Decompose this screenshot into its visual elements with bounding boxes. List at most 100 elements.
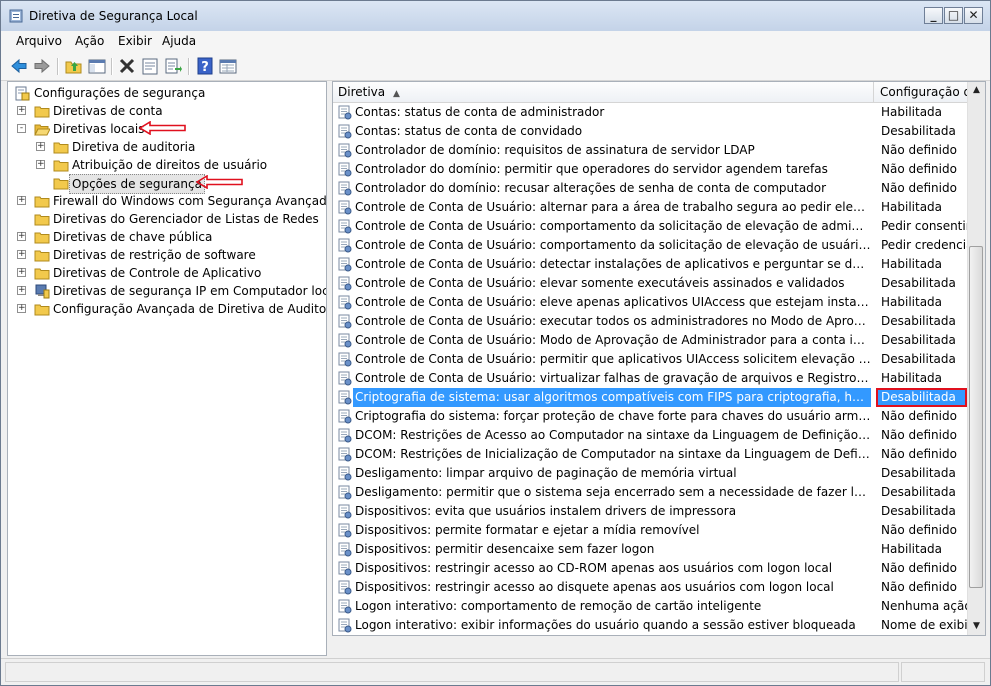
policy-setting: Desabilitada: [881, 485, 956, 499]
svg-text:?: ?: [201, 60, 209, 75]
up-folder-icon: [65, 61, 82, 74]
folder-icon: [34, 196, 50, 208]
help-button[interactable]: ?: [195, 56, 215, 76]
menu-acao[interactable]: Ação: [75, 34, 104, 48]
folder-icon: [34, 232, 50, 244]
expand-toggle[interactable]: +: [17, 250, 26, 259]
policy-item-icon: [338, 200, 352, 215]
expand-toggle[interactable]: +: [17, 196, 26, 205]
policy-setting: Habilitada: [881, 200, 943, 214]
status-bar: [1, 658, 990, 685]
tree-item-label: Diretivas de chave pública: [53, 230, 213, 244]
tree-item-label: Firewall do Windows com Segurança Avança…: [53, 194, 327, 208]
expand-toggle[interactable]: +: [36, 160, 45, 169]
policy-name: Controle de Conta de Usuário: virtualiza…: [355, 371, 871, 385]
delete-button[interactable]: [117, 56, 137, 76]
expand-toggle[interactable]: +: [17, 286, 26, 295]
tree-item-label: Diretivas de conta: [53, 104, 163, 118]
vertical-scrollbar[interactable]: ▲ ▼: [967, 82, 985, 635]
status-pane-secondary: [901, 662, 985, 682]
sort-ascending-icon: ▲: [392, 89, 400, 99]
maximize-button[interactable]: □: [944, 7, 963, 24]
table-row[interactable]: Dispositivos: permitir desencaixe sem fa…: [333, 540, 967, 559]
table-row[interactable]: Controle de Conta de Usuário: Modo de Ap…: [333, 331, 967, 350]
policy-item-icon: [338, 181, 352, 196]
policy-name: Controle de Conta de Usuário: Modo de Ap…: [355, 333, 871, 347]
policy-setting: Nenhuma ação: [881, 599, 967, 613]
table-row[interactable]: Dispositivos: evita que usuários instale…: [333, 502, 967, 521]
help-icon: ?: [197, 57, 213, 75]
menu-exibir[interactable]: Exibir: [118, 34, 152, 48]
scroll-up-icon[interactable]: ▲: [968, 82, 985, 99]
table-row[interactable]: Logon interativo: comportamento de remoç…: [333, 597, 967, 616]
policy-setting: Habilitada: [881, 105, 943, 119]
table-row[interactable]: Dispositivos: permite formatar e ejetar …: [333, 521, 967, 540]
menu-ajuda[interactable]: Ajuda: [162, 34, 196, 48]
table-row[interactable]: Controle de Conta de Usuário: comportame…: [333, 236, 967, 255]
table-row[interactable]: Controle de Conta de Usuário: executar t…: [333, 312, 967, 331]
policy-setting: Nome de exibiçã: [881, 618, 967, 632]
table-row[interactable]: Dispositivos: restringir acesso ao CD-RO…: [333, 559, 967, 578]
policy-name: Controlador do domínio: permitir que ope…: [355, 162, 828, 176]
table-row[interactable]: Desligamento: permitir que o sistema sej…: [333, 483, 967, 502]
menu-arquivo[interactable]: Arquivo: [16, 34, 62, 48]
table-row[interactable]: Controle de Conta de Usuário: elevar som…: [333, 274, 967, 293]
policy-item-icon: [338, 466, 352, 481]
table-row-selected[interactable]: Criptografia de sistema: usar algoritmos…: [333, 388, 967, 407]
table-row[interactable]: Controle de Conta de Usuário: alternar p…: [333, 198, 967, 217]
folder-icon: [34, 106, 50, 118]
table-row[interactable]: Controlador de domínio: requisitos de as…: [333, 141, 967, 160]
column-header-setting[interactable]: Configuração de: [880, 82, 980, 102]
policy-setting: Desabilitada: [881, 276, 956, 290]
tree-item-label: Diretivas de Controle de Aplicativo: [53, 266, 262, 280]
collapse-toggle[interactable]: -: [17, 124, 26, 133]
export-list-button[interactable]: [163, 56, 183, 76]
tree-item-label: Opções de segurança: [69, 174, 205, 194]
policy-setting: Não definido: [881, 580, 957, 594]
table-row[interactable]: Logon interativo: exibir informações do …: [333, 616, 967, 635]
show-hide-tree-button[interactable]: [87, 56, 107, 76]
table-row[interactable]: Criptografia do sistema: forçar proteção…: [333, 407, 967, 426]
expand-toggle[interactable]: +: [17, 304, 26, 313]
table-row[interactable]: Controle de Conta de Usuário: detectar i…: [333, 255, 967, 274]
table-row[interactable]: Desligamento: limpar arquivo de paginaçã…: [333, 464, 967, 483]
policy-name: Dispositivos: permitir desencaixe sem fa…: [355, 542, 655, 556]
table-row[interactable]: Controlador do domínio: permitir que ope…: [333, 160, 967, 179]
console-view-button[interactable]: [218, 56, 238, 76]
policy-item-icon: [338, 580, 352, 595]
folder-icon: [34, 304, 50, 316]
annotation-arrow-icon: [139, 121, 186, 135]
expand-toggle[interactable]: +: [17, 106, 26, 115]
forward-icon: [34, 58, 50, 74]
expand-toggle[interactable]: +: [17, 268, 26, 277]
expand-toggle[interactable]: +: [17, 232, 26, 241]
policy-item-icon: [338, 352, 352, 367]
table-row[interactable]: Controle de Conta de Usuário: eleve apen…: [333, 293, 967, 312]
close-button[interactable]: ✕: [964, 7, 983, 24]
table-row[interactable]: Controle de Conta de Usuário: virtualiza…: [333, 369, 967, 388]
policy-setting: Desabilitada: [881, 352, 956, 366]
minimize-button[interactable]: _: [924, 7, 943, 24]
policy-item-icon: [338, 447, 352, 462]
table-row[interactable]: Controle de Conta de Usuário: permitir q…: [333, 350, 967, 369]
back-button[interactable]: [9, 56, 29, 76]
table-row[interactable]: Controlador do domínio: recusar alteraçõ…: [333, 179, 967, 198]
table-row[interactable]: Contas: status de conta de administrador…: [333, 103, 967, 122]
table-row[interactable]: Controle de Conta de Usuário: comportame…: [333, 217, 967, 236]
column-header-policy[interactable]: Diretiva ▲: [338, 82, 400, 102]
expand-toggle[interactable]: +: [36, 142, 45, 151]
scroll-thumb[interactable]: [969, 246, 983, 588]
up-level-button[interactable]: [64, 56, 84, 76]
table-row[interactable]: DCOM: Restrições de Inicialização de Com…: [333, 445, 967, 464]
forward-button[interactable]: [32, 56, 52, 76]
scroll-down-icon[interactable]: ▼: [968, 618, 985, 635]
table-row[interactable]: Dispositivos: restringir acesso ao disqu…: [333, 578, 967, 597]
table-row[interactable]: DCOM: Restrições de Acesso ao Computador…: [333, 426, 967, 445]
policy-name: DCOM: Restrições de Acesso ao Computador…: [355, 428, 871, 442]
properties-button[interactable]: [140, 56, 160, 76]
policy-name: Controle de Conta de Usuário: detectar i…: [355, 257, 871, 271]
policy-name: Desligamento: limpar arquivo de paginaçã…: [355, 466, 737, 480]
policy-setting: Não definido: [881, 561, 957, 575]
policy-setting: Não definido: [881, 181, 957, 195]
table-row[interactable]: Contas: status de conta de convidado Desa…: [333, 122, 967, 141]
